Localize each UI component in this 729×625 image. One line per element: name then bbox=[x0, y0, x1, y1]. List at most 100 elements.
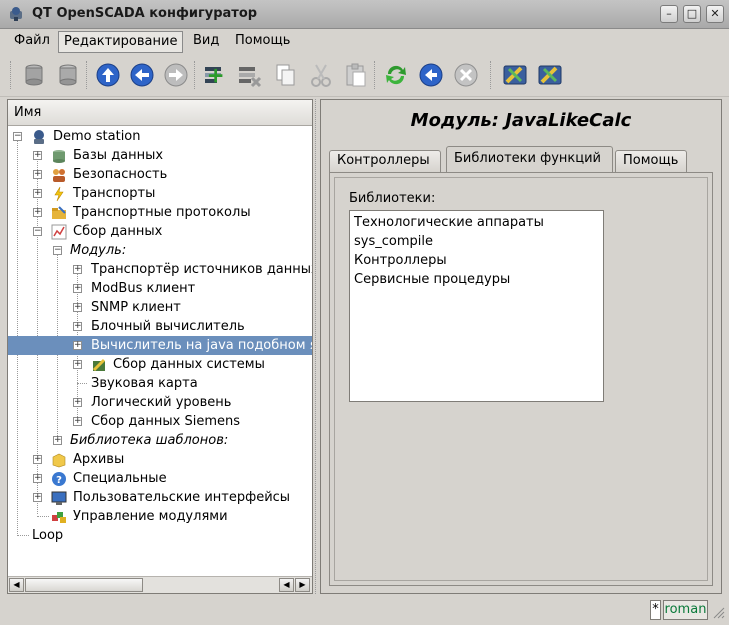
list-item[interactable]: Сервисные процедуры bbox=[354, 270, 599, 289]
tree-item-module[interactable]: + SNMP клиент bbox=[8, 298, 312, 317]
expand-icon[interactable]: + bbox=[73, 417, 82, 426]
tree-item-user-interfaces[interactable]: + Пользовательские интерфейсы bbox=[8, 488, 312, 507]
list-item[interactable]: Контроллеры bbox=[354, 251, 599, 270]
tree-item-label: Блочный вычислитель bbox=[91, 319, 245, 334]
tree-item-label: Звуковая карта bbox=[91, 376, 198, 391]
add-item-icon[interactable] bbox=[201, 61, 229, 89]
minimize-button[interactable]: – bbox=[660, 5, 678, 23]
modules-icon bbox=[52, 512, 66, 523]
toolbar-separator bbox=[490, 61, 492, 89]
menu-file[interactable]: Файл bbox=[9, 31, 55, 53]
tree-item-label: Специальные bbox=[73, 471, 167, 486]
stop-icon[interactable] bbox=[452, 61, 480, 89]
menu-edit[interactable]: Редактирование bbox=[58, 31, 184, 53]
cut-icon[interactable] bbox=[307, 61, 335, 89]
expand-icon[interactable]: + bbox=[33, 455, 42, 464]
toolbar bbox=[0, 55, 729, 97]
horizontal-scrollbar[interactable]: ◀ ◀ ▶ bbox=[8, 576, 312, 593]
tab-pane: Библиотеки: Технологические аппараты sys… bbox=[329, 172, 713, 586]
resize-grip-icon[interactable] bbox=[712, 606, 725, 620]
tree-item-loop[interactable]: Loop bbox=[8, 526, 312, 545]
expand-icon[interactable]: + bbox=[73, 265, 82, 274]
tree-item-archives[interactable]: + Архивы bbox=[8, 450, 312, 469]
collapse-icon[interactable]: − bbox=[53, 246, 62, 255]
tab-controllers[interactable]: Контроллеры bbox=[329, 150, 441, 172]
module-title: Модуль: JavaLikeCalc bbox=[410, 110, 632, 131]
list-item[interactable]: Технологические аппараты bbox=[354, 213, 599, 232]
tree-item-transports[interactable]: + Транспорты bbox=[8, 184, 312, 203]
copy-icon[interactable] bbox=[271, 61, 299, 89]
tree-item-module[interactable]: + Сбор данных Siemens bbox=[8, 412, 312, 431]
menu-help[interactable]: Помощь bbox=[230, 31, 295, 53]
scrollbar-thumb[interactable] bbox=[25, 578, 143, 592]
tree-item-label: Сбор данных bbox=[73, 224, 163, 239]
expand-icon[interactable]: + bbox=[73, 360, 82, 369]
tree-item-module-selected[interactable]: + Вычислитель на java подобном языке bbox=[8, 336, 312, 355]
tree-item-module[interactable]: Звуковая карта bbox=[8, 374, 312, 393]
back-icon[interactable] bbox=[128, 61, 156, 89]
tab-help[interactable]: Помощь bbox=[615, 150, 687, 172]
tree-item-template-library[interactable]: + Библиотека шаблонов: bbox=[8, 431, 312, 450]
tree-item-security[interactable]: + Безопасность bbox=[8, 165, 312, 184]
tree-item-label: Вычислитель на java подобном языке bbox=[91, 338, 312, 353]
status-bar: * roman bbox=[0, 598, 729, 625]
db-load-icon[interactable] bbox=[20, 61, 48, 89]
tree-item-specials[interactable]: + ? Специальные bbox=[8, 469, 312, 488]
tree-item-module[interactable]: + ModBus клиент bbox=[8, 279, 312, 298]
window-title: QT OpenSCADA конфигуратор bbox=[32, 6, 258, 21]
tree-item-module[interactable]: + Блочный вычислитель bbox=[8, 317, 312, 336]
list-item[interactable]: sys_compile bbox=[354, 232, 599, 251]
tree-item-demo-station[interactable]: − Demo station bbox=[8, 127, 312, 146]
forward-icon[interactable] bbox=[162, 61, 190, 89]
tree-item-data-acquisition[interactable]: − Сбор данных bbox=[8, 222, 312, 241]
tree-line bbox=[37, 516, 49, 517]
delete-item-icon[interactable] bbox=[235, 61, 263, 89]
tree-item-label: Loop bbox=[32, 528, 64, 543]
config-tool2-icon[interactable] bbox=[536, 61, 564, 89]
maximize-button[interactable]: □ bbox=[683, 5, 701, 23]
tab-function-libraries[interactable]: Библиотеки функций bbox=[446, 146, 613, 173]
toolbar-separator bbox=[86, 61, 88, 89]
close-button[interactable]: ✕ bbox=[706, 5, 724, 23]
tree-column-header[interactable]: Имя bbox=[8, 100, 312, 126]
tree-item-label: Логический уровень bbox=[91, 395, 232, 410]
tree-item-module[interactable]: + Сбор данных системы bbox=[8, 355, 312, 374]
scroll-left-icon[interactable]: ◀ bbox=[9, 578, 24, 592]
scroll-right-icon[interactable]: ▶ bbox=[295, 578, 310, 592]
tree-item-label: Транспорты bbox=[73, 186, 156, 201]
tree-item-module[interactable]: + Транспортёр источников данных bbox=[8, 260, 312, 279]
panel-splitter[interactable] bbox=[315, 99, 318, 594]
up-icon[interactable] bbox=[94, 61, 122, 89]
tree-item-databases[interactable]: + Базы данных bbox=[8, 146, 312, 165]
expand-icon[interactable]: + bbox=[33, 493, 42, 502]
tree-item-transport-protocols[interactable]: + Транспортные протоколы bbox=[8, 203, 312, 222]
expand-icon[interactable]: + bbox=[73, 303, 82, 312]
expand-icon[interactable]: + bbox=[73, 284, 82, 293]
start-icon[interactable] bbox=[417, 61, 445, 89]
expand-icon[interactable]: + bbox=[33, 189, 42, 198]
tree-item-label: Сбор данных Siemens bbox=[91, 414, 241, 429]
tree-item-module-manager[interactable]: Управление модулями bbox=[8, 507, 312, 526]
paste-icon[interactable] bbox=[342, 61, 370, 89]
expand-icon[interactable]: + bbox=[33, 474, 42, 483]
tree-item-label: Транспортёр источников данных bbox=[91, 262, 312, 277]
tree-item-module[interactable]: + Логический уровень bbox=[8, 393, 312, 412]
db-save-icon[interactable] bbox=[54, 61, 82, 89]
expand-icon[interactable]: + bbox=[73, 322, 82, 331]
collapse-icon[interactable]: − bbox=[13, 132, 22, 141]
expand-icon[interactable]: + bbox=[53, 436, 62, 445]
scroll-left-icon[interactable]: ◀ bbox=[279, 578, 294, 592]
tree-item-modules-group[interactable]: − Модуль: bbox=[8, 241, 312, 260]
expand-icon[interactable]: + bbox=[33, 208, 42, 217]
expand-icon[interactable]: + bbox=[33, 151, 42, 160]
help-circle-icon: ? bbox=[52, 472, 66, 486]
config-tool-icon[interactable] bbox=[501, 61, 529, 89]
expand-icon[interactable]: + bbox=[73, 398, 82, 407]
expand-icon[interactable]: + bbox=[73, 341, 82, 350]
current-user[interactable]: roman bbox=[663, 600, 708, 620]
menu-view[interactable]: Вид bbox=[188, 31, 224, 53]
refresh-icon[interactable] bbox=[382, 61, 410, 89]
collapse-icon[interactable]: − bbox=[33, 227, 42, 236]
libraries-list[interactable]: Технологические аппараты sys_compile Кон… bbox=[349, 210, 604, 402]
expand-icon[interactable]: + bbox=[33, 170, 42, 179]
